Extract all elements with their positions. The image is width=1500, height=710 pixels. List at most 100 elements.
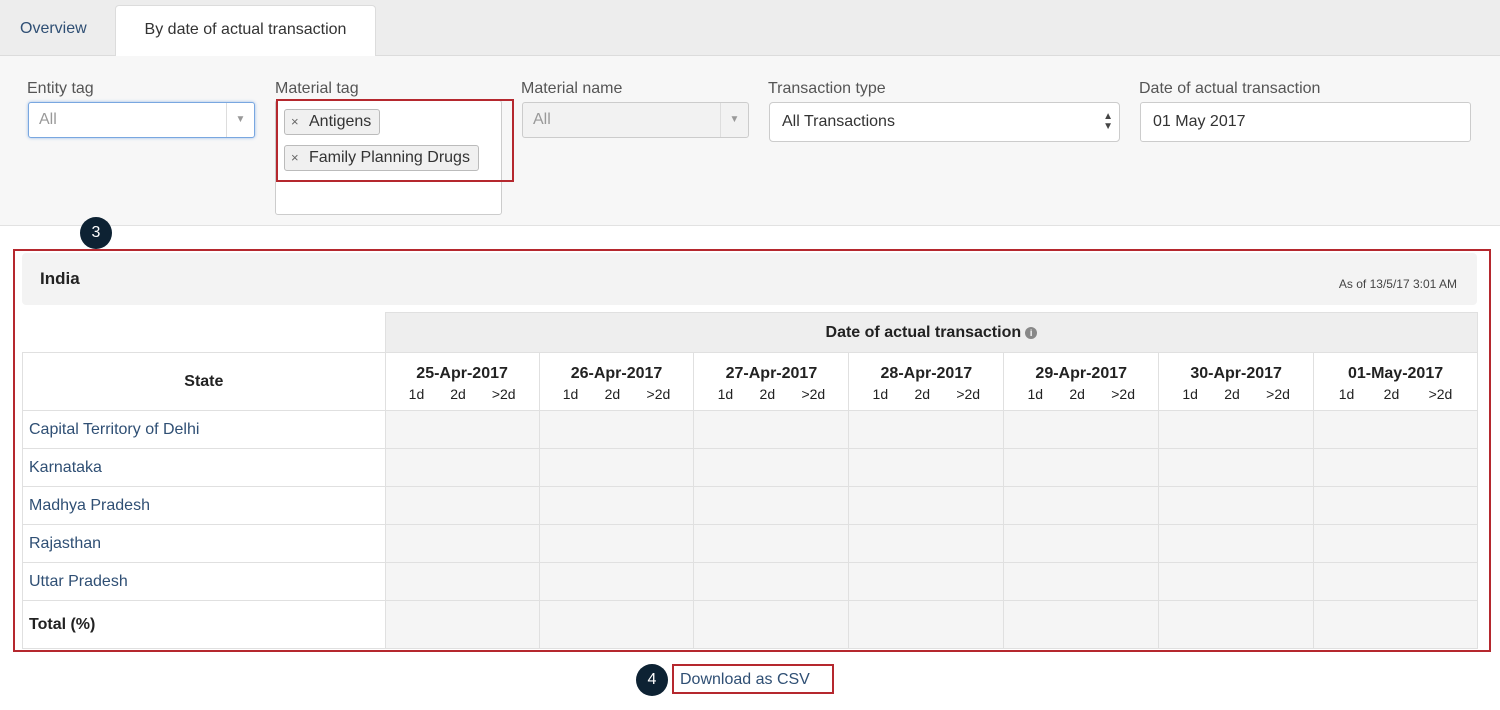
table-cell [1003,410,1160,449]
table-cell [538,410,695,449]
bucket-label: 2d [450,386,466,402]
date-label: Date of actual transaction [1139,80,1321,97]
chip-label: Family Planning Drugs [309,149,470,166]
table-row: Madhya Pradesh [22,486,1478,525]
bucket-label: 1d [872,386,889,402]
table-cell [848,486,1005,525]
table-row: Rajasthan [22,524,1478,563]
table-cell [848,524,1005,563]
table-cell [1313,600,1478,649]
table-cell [1003,600,1160,649]
state-link[interactable]: Uttar Pradesh [22,562,386,601]
tab-overview[interactable]: Overview [0,5,107,57]
chevron-down-icon: ▼ [720,103,748,137]
date-column-header: 30-Apr-2017 1d 2d >2d [1158,352,1315,411]
table-cell [1313,410,1478,449]
entity-tag-label: Entity tag [27,80,94,97]
bucket-label: 1d [1182,386,1198,402]
date-label: 27-Apr-2017 [725,365,818,382]
tag-chip-family-planning: × Family Planning Drugs [284,145,479,171]
table-cell [1158,562,1315,601]
date-label: 28-Apr-2017 [880,365,973,382]
material-tag-label: Material tag [275,80,359,97]
table-cell [693,600,850,649]
bucket-label: 2d [1069,386,1085,402]
table-cell [693,448,850,487]
table-row: Capital Territory of Delhi [22,410,1478,449]
report-table: Date of actual transaction i State 25-Apr… [22,312,1479,649]
table-cell [1158,448,1315,487]
tag-chip-antigens: × Antigens [284,109,381,135]
table-cell [848,562,1005,601]
transaction-type-select[interactable]: All Transactions ▲ ▼ [769,102,1120,142]
material-name-placeholder: All [533,111,551,128]
info-icon[interactable]: i [1025,326,1038,339]
state-link[interactable]: Madhya Pradesh [22,486,386,525]
callout-badge-4: 4 [636,664,668,696]
report-title: India [40,269,80,288]
date-label: 01-May-2017 [1347,365,1444,382]
table-cell [1158,600,1315,649]
date-input[interactable]: 01 May 2017 [1140,102,1471,142]
table-cell [693,562,850,601]
total-row: Total (%) [22,600,1478,649]
table-cell [1313,524,1478,563]
material-name-select[interactable]: All ▼ [522,102,749,138]
date-group-header: Date of actual transaction i [384,312,1479,353]
table-cell [1313,562,1478,601]
bucket-label: 1d [717,386,734,402]
date-column-header: 26-Apr-2017 1d 2d >2d [538,352,695,411]
date-label: 26-Apr-2017 [570,365,663,382]
entity-tag-select[interactable]: All ▼ [28,102,255,138]
bucket-label: 1d [562,386,579,402]
table-row: Uttar Pradesh [22,562,1478,601]
bucket-label: 1d [1027,386,1044,402]
bucket-label: >2d [801,386,826,402]
table-cell [384,524,540,563]
sort-down-icon: ▼ [1103,121,1113,132]
remove-chip-icon[interactable]: × [291,110,299,134]
table-cell [538,524,695,563]
tab-by-date[interactable]: By date of actual transaction [115,5,376,57]
table-cell [1313,486,1478,525]
bucket-label: 1d [1338,386,1355,402]
table-cell [848,448,1005,487]
table-cell [848,600,1005,649]
table-cell [384,410,540,449]
table-cell [384,486,540,525]
table-cell [384,448,540,487]
filter-panel: Entity tag All ▼ Material tag × Antigens… [0,56,1500,226]
table-cell [384,562,540,601]
table-cell [1158,524,1315,563]
date-label: 25-Apr-2017 [416,365,508,382]
download-csv-link[interactable]: Download as CSV [680,671,810,689]
transaction-type-value: All Transactions [782,113,895,130]
chip-label: Antigens [309,113,372,130]
bucket-label: 2d [1383,386,1400,402]
bucket-label: 2d [759,386,776,402]
bucket-label: 2d [914,386,931,402]
material-tag-input[interactable]: × Antigens × Family Planning Drugs [275,100,502,215]
state-link[interactable]: Rajasthan [22,524,386,563]
table-cell [1003,448,1160,487]
callout-badge-3: 3 [80,217,112,249]
bucket-label: >2d [1111,386,1135,402]
chevron-down-icon: ▼ [226,103,254,137]
state-link[interactable]: Karnataka [22,448,386,487]
table-cell [1003,486,1160,525]
table-cell [848,410,1005,449]
total-label: Total (%) [22,600,386,649]
tab-bar: Overview By date of actual transaction [0,0,1500,57]
table-cell [538,486,695,525]
date-column-header: 28-Apr-2017 1d 2d >2d [848,352,1005,411]
bucket-label: >2d [1266,386,1290,402]
date-column-header: 25-Apr-2017 1d 2d >2d [384,352,540,411]
table-cell [1158,410,1315,449]
bucket-label: >2d [646,386,671,402]
bucket-label: 2d [604,386,621,402]
state-link[interactable]: Capital Territory of Delhi [22,410,386,449]
table-cell [693,410,850,449]
remove-chip-icon[interactable]: × [291,146,299,170]
as-of-timestamp: As of 13/5/17 3:01 AM [1338,277,1457,291]
table-cell [1003,524,1160,563]
